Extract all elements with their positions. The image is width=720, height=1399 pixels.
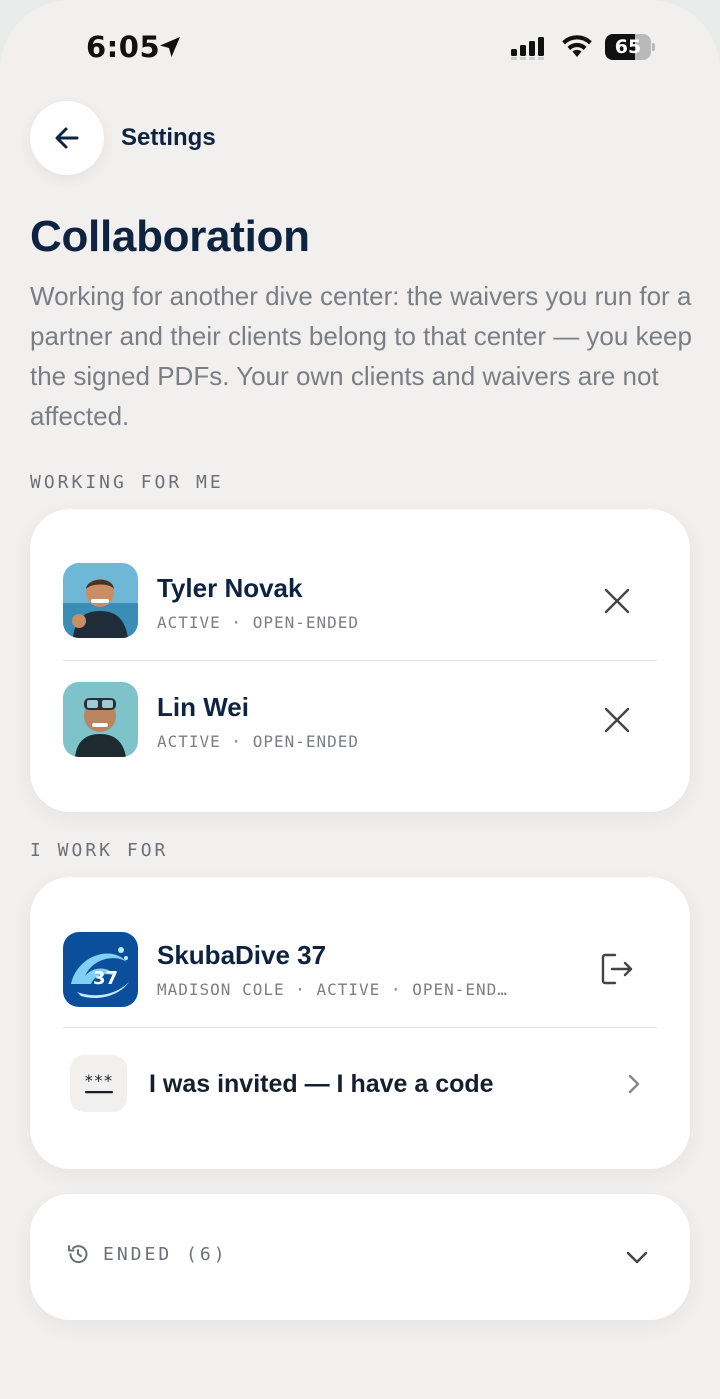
section-label-i-work-for: I WORK FOR bbox=[30, 840, 169, 861]
password-code-icon: *** bbox=[84, 1072, 113, 1093]
collaborator-row[interactable]: Lin Wei ACTIVE · OPEN-ENDED bbox=[30, 661, 690, 812]
employer-row[interactable]: 37 SkubaDive 37 MADISON COLE · ACTIVE · … bbox=[30, 877, 690, 1028]
ended-section[interactable]: ENDED (6) bbox=[30, 1194, 690, 1320]
avatar bbox=[63, 563, 138, 638]
code-tile: *** bbox=[70, 1055, 127, 1112]
section-label-working-for-me: WORKING FOR ME bbox=[30, 472, 224, 493]
chevron-down-icon[interactable] bbox=[617, 1237, 657, 1277]
screen: 6:05 65 Settings Collaboration Working f… bbox=[0, 0, 720, 1399]
center-name: SkubaDive 37 bbox=[157, 940, 327, 970]
collaborator-name: Tyler Novak bbox=[157, 573, 303, 603]
chevron-right-icon bbox=[614, 1064, 654, 1104]
status-bar: 6:05 65 bbox=[0, 0, 720, 96]
center-logo: 37 bbox=[63, 932, 138, 1007]
back-label[interactable]: Settings bbox=[121, 124, 216, 152]
wifi-icon bbox=[562, 35, 592, 57]
collaborator-meta: ACTIVE · OPEN-ENDED bbox=[157, 732, 360, 751]
leave-icon[interactable] bbox=[597, 949, 637, 989]
status-time: 6:05 bbox=[86, 30, 161, 64]
battery-percent: 65 bbox=[614, 36, 642, 58]
page-title: Collaboration bbox=[30, 212, 310, 261]
svg-text:***: *** bbox=[84, 1072, 113, 1090]
location-arrow-icon bbox=[160, 37, 180, 57]
i-work-for-card: 37 SkubaDive 37 MADISON COLE · ACTIVE · … bbox=[30, 877, 690, 1169]
close-icon[interactable] bbox=[597, 581, 637, 621]
invite-code-label: I was invited — I have a code bbox=[149, 1070, 494, 1098]
collaborator-meta: ACTIVE · OPEN-ENDED bbox=[157, 613, 360, 632]
close-icon[interactable] bbox=[597, 700, 637, 740]
center-meta: MADISON COLE · ACTIVE · OPEN-END… bbox=[157, 980, 508, 999]
history-icon bbox=[68, 1245, 88, 1264]
svg-text:37: 37 bbox=[93, 968, 118, 989]
battery-indicator: 65 bbox=[605, 34, 655, 60]
ended-label: ENDED (6) bbox=[103, 1244, 228, 1265]
invite-code-row[interactable]: *** I was invited — I have a code bbox=[30, 1028, 690, 1169]
page-description: Working for another dive center: the wai… bbox=[30, 281, 692, 431]
back-button[interactable] bbox=[30, 101, 104, 175]
collaborator-name: Lin Wei bbox=[157, 692, 249, 722]
cellular-signal-icon bbox=[511, 37, 544, 60]
collaborator-row[interactable]: Tyler Novak ACTIVE · OPEN-ENDED bbox=[30, 509, 690, 661]
arrow-left-icon bbox=[55, 127, 79, 149]
working-for-me-card: Tyler Novak ACTIVE · OPEN-ENDED Lin Wei bbox=[30, 509, 690, 812]
avatar bbox=[63, 682, 138, 757]
